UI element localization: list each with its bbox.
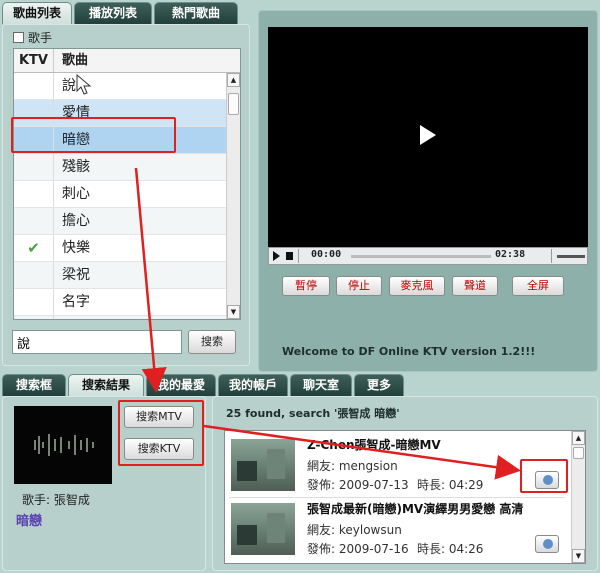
arrow-to-search-buttons (134, 167, 167, 393)
annotation-arrows (134, 167, 521, 480)
arrow-to-play-button (203, 424, 521, 480)
